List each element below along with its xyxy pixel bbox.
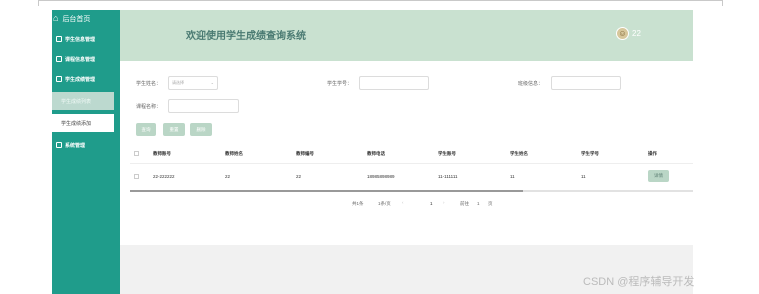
column-header: 教师编号: [296, 151, 314, 156]
window-frame: [38, 0, 723, 6]
pager-total: 共1条: [352, 201, 364, 206]
class-info-input[interactable]: [551, 76, 621, 90]
sidebar-home-label: 后台首页: [62, 15, 91, 23]
reset-button[interactable]: 重置: [163, 123, 185, 136]
scrollbar-track: [523, 190, 693, 192]
table-cell: 22: [296, 174, 302, 179]
column-header: 教师账号: [153, 151, 171, 156]
sidebar-item-label: 系统管理: [65, 142, 86, 149]
avatar[interactable]: ☺: [616, 27, 629, 40]
sidebar-home[interactable]: ⌂ 后台首页: [52, 10, 120, 27]
sidebar-item-course-info[interactable]: 课程信息管理: [52, 51, 120, 67]
pager-goto-label: 前往: [460, 201, 469, 206]
sidebar-item-label: 学生成绩管理: [65, 76, 96, 83]
checkbox-icon: [56, 36, 62, 42]
table-cell: 11-111111: [438, 174, 458, 179]
course-name-input[interactable]: [168, 99, 239, 113]
sidebar-item-student-info[interactable]: 学生信息管理: [52, 31, 120, 47]
sidebar: ⌂ 后台首页 学生信息管理 课程信息管理 学生成绩管理 学生成绩列表 学生成绩添…: [52, 10, 120, 294]
checkbox-icon: [56, 142, 62, 148]
header: 欢迎使用学生成绩查询系统 ☺ 22: [120, 10, 693, 61]
table-cell: 18985898989: [367, 174, 395, 179]
delete-button[interactable]: 删除: [190, 123, 212, 136]
student-name-placeholder: 请选择: [172, 80, 184, 85]
watermark: CSDN @程序辅导开发: [583, 276, 695, 288]
student-number-label: 学生学号：: [327, 81, 353, 87]
select-all-checkbox[interactable]: [134, 151, 139, 156]
checkbox-icon: [56, 76, 62, 82]
column-header: 操作: [648, 151, 657, 156]
column-header: 教师姓名: [225, 151, 243, 156]
sidebar-sub-label: 学生成绩添加: [61, 120, 92, 127]
sidebar-sub-score-list[interactable]: 学生成绩列表: [52, 92, 114, 110]
pager-prev-icon[interactable]: ‹: [402, 200, 404, 205]
horizontal-scrollbar[interactable]: [130, 190, 523, 192]
sidebar-item-score[interactable]: 学生成绩管理: [52, 71, 120, 87]
table-cell: 22: [225, 174, 231, 179]
table-cell: 11: [510, 174, 515, 179]
sidebar-item-label: 课程信息管理: [65, 56, 96, 63]
pager-page-current[interactable]: 1: [430, 201, 433, 206]
column-header: 教师电话: [367, 151, 385, 156]
sidebar-item-label: 学生信息管理: [65, 36, 96, 43]
pager-page-size[interactable]: 1条/页: [378, 201, 391, 207]
student-number-input[interactable]: [359, 76, 429, 90]
home-icon: ⌂: [53, 13, 59, 23]
sidebar-sub-score-add[interactable]: 学生成绩添加: [52, 114, 114, 132]
pager-next-icon[interactable]: ›: [443, 200, 445, 205]
query-button[interactable]: 查询: [136, 123, 156, 136]
table-cell: 22-222222: [153, 174, 175, 179]
detail-button[interactable]: 详情: [648, 170, 669, 182]
table-cell: 11: [581, 174, 586, 179]
row-checkbox[interactable]: [134, 174, 139, 179]
header-divider: [130, 163, 693, 164]
column-header: 学生姓名: [510, 151, 528, 156]
pager-unit-label: 页: [488, 201, 493, 206]
course-name-label: 课程名称：: [136, 104, 162, 110]
column-header: 学生账号: [438, 151, 456, 156]
sidebar-sub-label: 学生成绩列表: [61, 98, 92, 105]
pager-goto-input[interactable]: 1: [477, 201, 480, 206]
student-name-label: 学生姓名：: [136, 81, 162, 87]
checkbox-icon: [56, 56, 62, 62]
user-name[interactable]: 22: [632, 29, 641, 38]
column-header: 学生学号: [581, 151, 599, 156]
student-name-select[interactable]: 请选择 ⌄: [168, 76, 218, 90]
chevron-down-icon: ⌄: [210, 80, 214, 85]
page-title: 欢迎使用学生成绩查询系统: [186, 31, 306, 42]
class-info-label: 班级信息：: [518, 81, 544, 87]
sidebar-item-system[interactable]: 系统管理: [52, 137, 120, 153]
